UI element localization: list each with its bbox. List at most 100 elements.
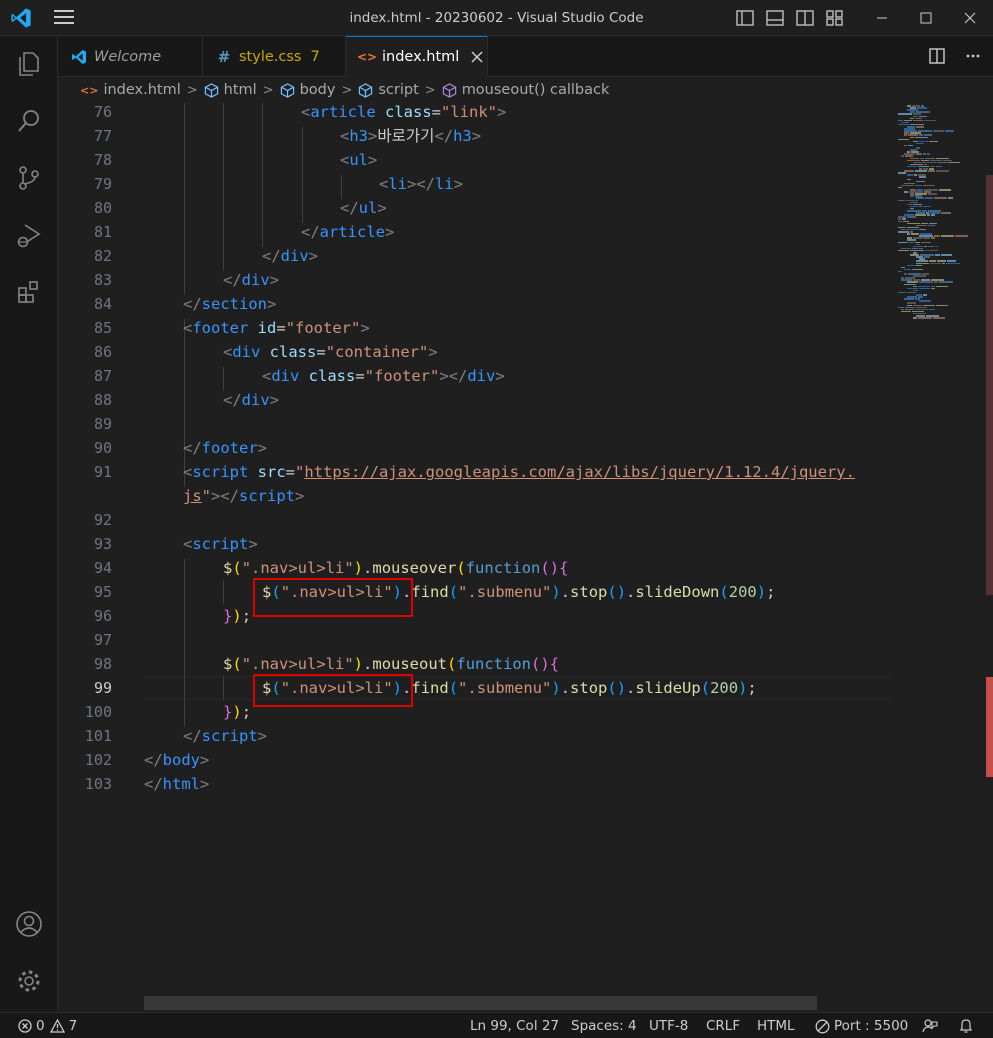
minimap-stroke xyxy=(924,119,936,122)
minimap-stroke xyxy=(914,174,917,176)
toggle-panel-icon[interactable] xyxy=(764,8,786,28)
minimap-stroke xyxy=(919,287,930,290)
line-number: 95 xyxy=(93,583,112,601)
minimap-stroke xyxy=(945,130,954,132)
more-actions-icon[interactable] xyxy=(963,46,983,66)
minimap-stroke xyxy=(907,264,914,267)
breadcrumb-item-callback[interactable]: mouseout() callback xyxy=(442,82,609,98)
minimap-stroke xyxy=(941,235,954,237)
toggle-primary-sidebar-icon[interactable] xyxy=(734,8,756,28)
live-server-port[interactable]: Port : 5500 xyxy=(815,1013,908,1038)
file-encoding[interactable]: UTF-8 xyxy=(649,1013,688,1038)
code-line: <li></li> xyxy=(379,175,464,193)
breadcrumb-item-file[interactable]: <> index.html xyxy=(80,82,181,98)
minimap-stroke xyxy=(927,153,930,155)
notifications-bell-icon[interactable] xyxy=(958,1013,974,1038)
element-cube-icon xyxy=(280,82,295,98)
code-line: </body> xyxy=(144,751,210,769)
code-editor[interactable]: 76 77 78 79 80 81 82 83 84 85 86 87 88 8… xyxy=(58,103,993,1012)
minimap-stroke xyxy=(904,191,908,193)
minimap-stroke xyxy=(925,197,933,199)
toggle-secondary-sidebar-icon[interactable] xyxy=(794,8,816,28)
breadcrumb-item-body[interactable]: body xyxy=(280,82,335,98)
explorer-icon[interactable] xyxy=(0,40,58,88)
chevron-right-icon: > xyxy=(424,82,436,98)
breadcrumb-item-script[interactable]: script xyxy=(358,82,419,98)
code-line: <div class="footer"></div> xyxy=(262,367,505,385)
minimap-stroke xyxy=(941,212,951,214)
minimap-stroke xyxy=(898,199,905,202)
code-line: </div> xyxy=(223,391,280,409)
source-control-icon[interactable] xyxy=(0,154,58,202)
close-window-icon[interactable] xyxy=(948,0,992,36)
minimap-stroke xyxy=(923,237,930,239)
indent-guide xyxy=(262,103,263,247)
manage-gear-icon[interactable] xyxy=(0,957,58,1005)
minimap-stroke xyxy=(927,214,930,216)
search-icon[interactable] xyxy=(0,97,58,145)
minimap-stroke xyxy=(930,262,941,265)
minimap-stroke xyxy=(923,294,927,296)
jquery-cdn-link[interactable]: https://ajax.googleapis.com/ajax/libs/jq… xyxy=(304,463,855,481)
split-editor-icon[interactable] xyxy=(927,46,947,66)
minimap-stroke xyxy=(934,281,938,283)
line-number-current: 99 xyxy=(93,679,112,697)
port-label: Port : 5500 xyxy=(834,1018,909,1034)
end-of-line[interactable]: CRLF xyxy=(706,1013,740,1038)
minimap-stroke xyxy=(936,304,948,307)
problems-indicator[interactable]: 0 7 xyxy=(18,1013,77,1038)
minimap-stroke xyxy=(937,161,947,164)
minimap-stroke xyxy=(942,262,945,265)
horizontal-scrollbar[interactable] xyxy=(144,996,817,1010)
line-number: 89 xyxy=(93,415,112,433)
minimap-stroke xyxy=(939,281,953,283)
tab-welcome[interactable]: Welcome xyxy=(58,36,203,77)
minimap-stroke xyxy=(901,310,911,313)
minimap-stroke xyxy=(904,134,907,136)
tab-index-html[interactable]: <> index.html xyxy=(346,36,488,77)
hamburger-menu-icon[interactable] xyxy=(54,10,76,26)
minimap-stroke xyxy=(931,214,935,216)
code-line: </ul> xyxy=(340,199,387,217)
minimap-stroke xyxy=(919,281,933,283)
language-mode[interactable]: HTML xyxy=(757,1013,795,1038)
breadcrumb-label: html xyxy=(223,82,257,98)
minimap[interactable] xyxy=(896,103,986,363)
line-number: 100 xyxy=(84,703,112,721)
indent-guide xyxy=(223,580,224,604)
minimap-stroke xyxy=(916,153,922,155)
breadcrumb-item-html[interactable]: html xyxy=(204,82,257,98)
line-number: 78 xyxy=(93,151,112,169)
line-number: 93 xyxy=(93,535,112,553)
line-number: 80 xyxy=(93,199,112,217)
extensions-icon[interactable] xyxy=(0,268,58,316)
no-entry-icon xyxy=(815,1019,830,1034)
accounts-icon[interactable] xyxy=(0,900,58,948)
minimap-stroke xyxy=(923,153,926,155)
scrollbar-slider[interactable] xyxy=(986,175,993,595)
cursor-position[interactable]: Ln 99, Col 27 xyxy=(470,1013,559,1038)
minimap-stroke xyxy=(901,184,914,187)
customize-layout-icon[interactable] xyxy=(824,8,846,28)
vertical-scrollbar[interactable] xyxy=(986,103,993,1012)
close-tab-icon[interactable] xyxy=(471,51,483,63)
line-number: 86 xyxy=(93,343,112,361)
code-line: js"></script> xyxy=(183,487,305,505)
minimap-stroke xyxy=(904,268,911,271)
indentation-setting[interactable]: Spaces: 4 xyxy=(571,1013,637,1038)
editor-tabs: Welcome # style.css 7 <> index.html xyxy=(58,36,993,77)
minimap-stroke xyxy=(916,142,924,145)
maximize-icon[interactable] xyxy=(904,0,948,36)
minimap-stroke xyxy=(910,195,914,197)
minimap-stroke xyxy=(923,205,931,208)
minimap-stroke xyxy=(898,172,906,174)
minimize-icon[interactable] xyxy=(860,0,904,36)
feedback-icon[interactable] xyxy=(922,1013,938,1038)
tab-style-css[interactable]: # style.css 7 xyxy=(203,36,346,77)
code-line: <script> xyxy=(183,535,258,553)
red-highlight-box xyxy=(253,578,413,617)
indent-guide xyxy=(302,127,303,223)
line-number: 81 xyxy=(93,223,112,241)
run-debug-icon[interactable] xyxy=(0,211,58,259)
line-number: 77 xyxy=(93,127,112,145)
